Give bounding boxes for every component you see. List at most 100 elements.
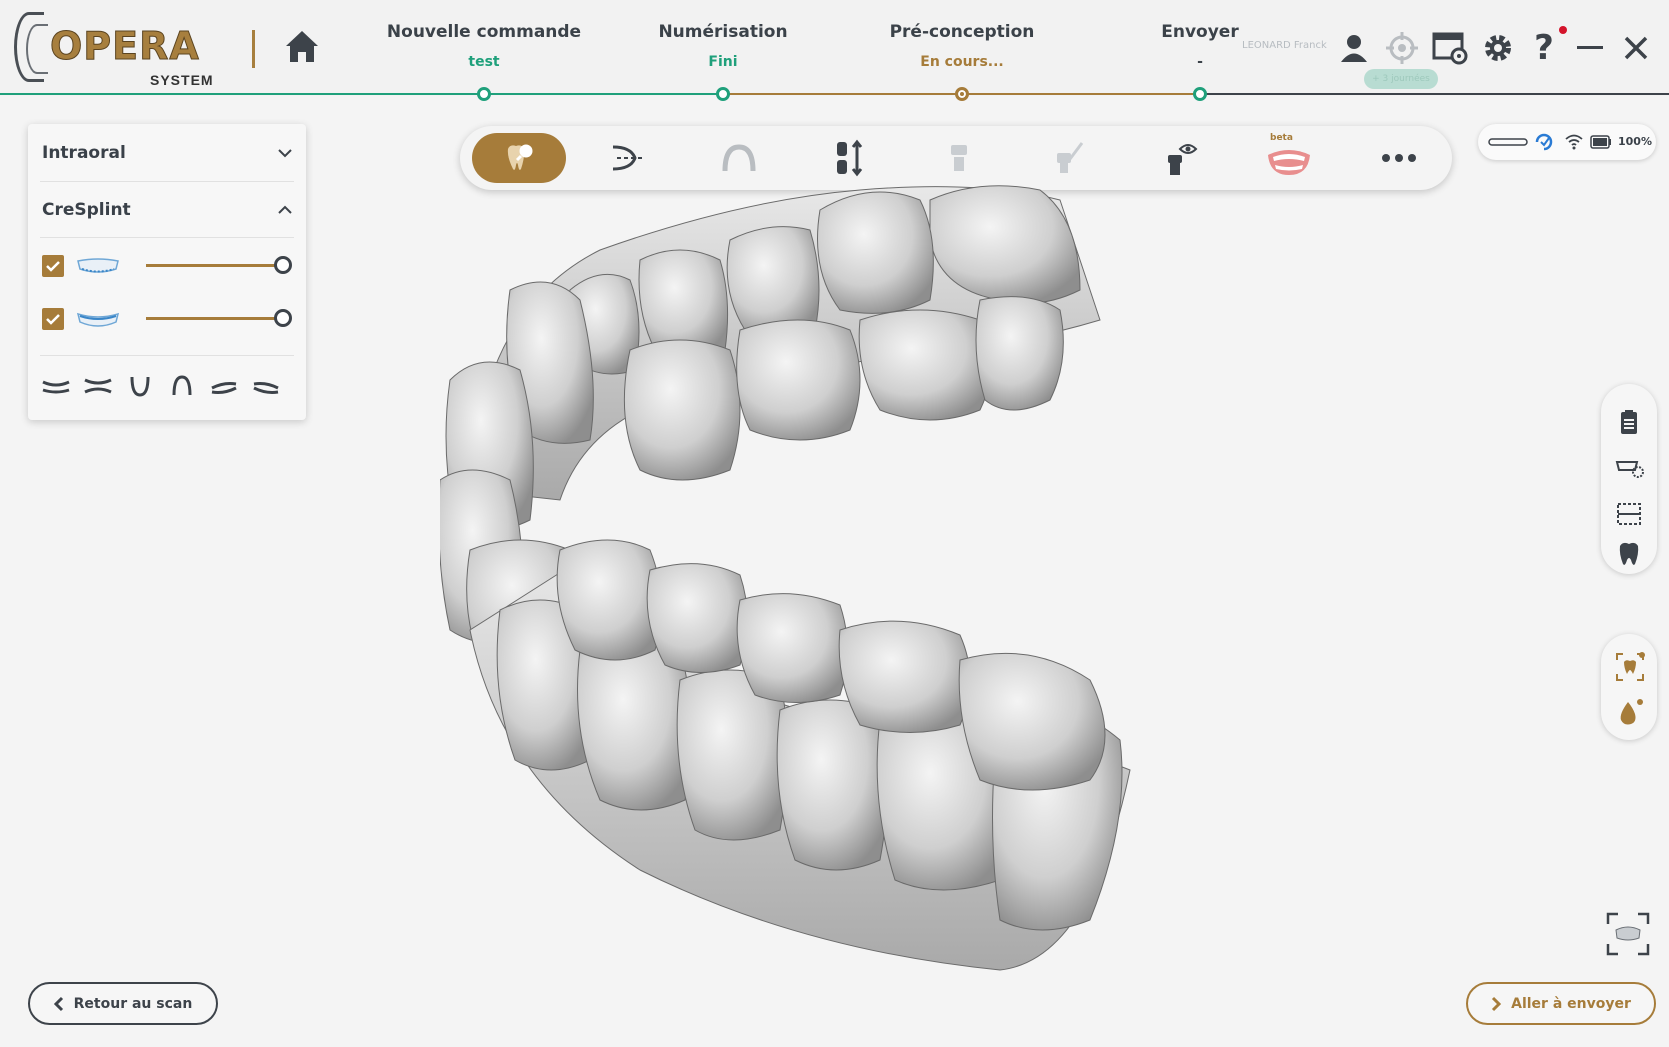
view-both-button[interactable]	[82, 374, 114, 398]
check-icon	[46, 261, 60, 272]
view-upper-icon	[42, 380, 70, 394]
order-info-button[interactable]	[1615, 408, 1643, 436]
layer-upper-checkbox[interactable]	[42, 255, 64, 277]
3d-viewport[interactable]	[438, 180, 1240, 1010]
minimize-icon	[1577, 46, 1603, 49]
tooth-inspect-icon	[507, 144, 533, 170]
fit-view-icon	[1606, 912, 1650, 956]
fit-view-button[interactable]	[1606, 912, 1650, 956]
tool-smile-design[interactable]: beta	[1242, 133, 1336, 183]
wifi-icon	[1565, 134, 1583, 150]
dental-arch-model	[438, 185, 1131, 971]
step-scan[interactable]: Numérisation Fini	[603, 22, 843, 70]
view-both-icon	[84, 378, 112, 394]
sync-icon	[1535, 133, 1553, 151]
focus-tooth-button[interactable]	[1615, 652, 1645, 681]
tooth-move-icon	[837, 139, 863, 177]
gear-icon	[1485, 35, 1511, 61]
view-upper-arch-icon	[172, 375, 192, 396]
tool-tooth-move[interactable]	[802, 133, 896, 183]
settings-button[interactable]	[1478, 28, 1518, 68]
view-right-icon	[253, 382, 279, 394]
next-button-label: Aller à envoyer	[1511, 995, 1631, 1012]
insertion-axis-icon	[612, 145, 645, 171]
tool-insertion-axis[interactable]	[582, 133, 676, 183]
drop-icon	[1620, 699, 1643, 725]
step-status: -	[1197, 54, 1203, 70]
notification-dot	[1559, 26, 1567, 34]
tool-implant[interactable]	[912, 133, 1006, 183]
check-icon	[46, 314, 60, 325]
step-dot	[477, 87, 491, 101]
go-to-send-button[interactable]: Aller à envoyer	[1466, 982, 1656, 1025]
scanner-icon	[1488, 138, 1528, 146]
tool-tooth-inspect[interactable]	[472, 133, 566, 183]
layer-upper-opacity-slider[interactable]	[146, 264, 284, 267]
layer-upper-slider-knob[interactable]	[274, 256, 292, 274]
user-icon	[1341, 35, 1367, 62]
teeth-settings-button[interactable]	[1615, 454, 1644, 482]
user-name: LEONARD Franck	[1242, 40, 1327, 51]
chevron-up-icon	[278, 205, 292, 214]
device-status: 100%	[1478, 124, 1656, 160]
step-status: En cours...	[920, 54, 1004, 70]
section-title: Intraoral	[42, 143, 126, 163]
view-lower-arch-button[interactable]	[124, 374, 156, 398]
teeth-chart-button[interactable]	[1615, 500, 1643, 528]
step-dot	[1193, 87, 1207, 101]
more-icon	[1382, 154, 1416, 162]
arch-icon	[722, 144, 756, 172]
help-icon: ?	[1534, 28, 1554, 68]
tooth-library-button[interactable]	[1615, 540, 1643, 568]
view-upper-arch-button[interactable]	[166, 374, 198, 398]
layer-lower-opacity-slider[interactable]	[146, 317, 284, 320]
progress-line-remaining	[1196, 93, 1669, 95]
layers-panel: Intraoral CreSplint	[28, 124, 306, 420]
tool-preview[interactable]	[1132, 133, 1226, 183]
teeth-gear-icon	[1615, 461, 1644, 478]
chevron-left-icon	[53, 996, 63, 1011]
minimize-button[interactable]	[1570, 28, 1610, 68]
chevron-down-icon	[278, 149, 292, 158]
view-left-button[interactable]	[208, 374, 240, 398]
step-title: Envoyer	[1161, 22, 1239, 42]
step-dot	[716, 87, 730, 101]
close-icon	[1624, 36, 1648, 60]
view-upper-button[interactable]	[40, 374, 72, 398]
tool-more[interactable]	[1352, 133, 1446, 183]
view-lower-arch-icon	[130, 376, 150, 397]
license-badge: + 3 journées	[1364, 69, 1438, 89]
smile-design-icon	[1268, 150, 1310, 175]
color-drop-button[interactable]	[1615, 698, 1643, 726]
step-title: Pré-conception	[889, 22, 1035, 42]
section-title: CreSplint	[42, 200, 131, 220]
target-button[interactable]	[1382, 28, 1422, 68]
implant-icon	[951, 145, 967, 171]
clipboard-icon	[1621, 410, 1637, 434]
tool-sculpt[interactable]	[1022, 133, 1116, 183]
layer-lower-checkbox[interactable]	[42, 308, 64, 330]
window-settings-icon	[1432, 32, 1468, 65]
teeth-grid-icon	[1617, 503, 1641, 525]
layer-lower-slider-knob[interactable]	[274, 309, 292, 327]
window-settings-button[interactable]	[1430, 28, 1470, 68]
step-title: Numérisation	[658, 22, 788, 42]
view-left-icon	[211, 382, 237, 394]
close-button[interactable]	[1616, 28, 1656, 68]
section-cresplint[interactable]: CreSplint	[42, 188, 292, 232]
battery-icon	[1590, 135, 1611, 149]
back-to-scan-button[interactable]: Retour au scan	[28, 982, 218, 1025]
focus-tooth-icon	[1616, 652, 1645, 681]
step-status: test	[468, 54, 500, 70]
user-button[interactable]	[1334, 28, 1374, 68]
tooth-icon	[1619, 542, 1639, 565]
step-new-order[interactable]: Nouvelle commande test	[364, 22, 604, 70]
preview-icon	[1168, 144, 1198, 175]
section-intraoral[interactable]: Intraoral	[42, 131, 292, 175]
help-button[interactable]: ?	[1524, 28, 1564, 68]
view-right-button[interactable]	[250, 374, 282, 398]
step-predesign[interactable]: Pré-conception En cours...	[842, 22, 1082, 70]
lower-splint-icon	[76, 308, 120, 330]
tool-arch[interactable]	[692, 133, 786, 183]
right-tools-group-1	[1601, 384, 1657, 574]
